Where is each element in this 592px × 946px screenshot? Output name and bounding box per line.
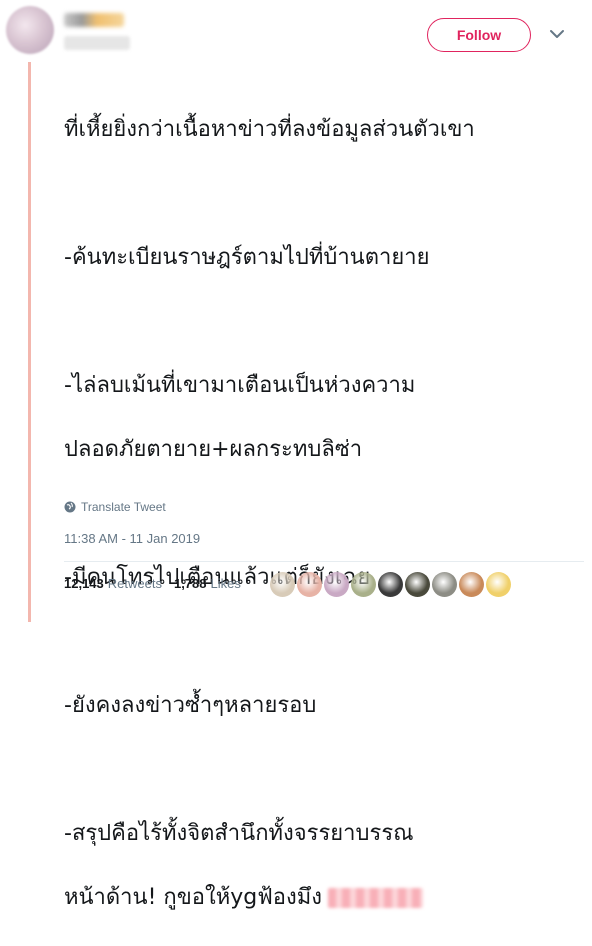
chevron-down-icon[interactable] — [549, 28, 565, 40]
liker-avatar[interactable] — [351, 572, 376, 597]
divider — [64, 561, 584, 562]
liker-avatar[interactable] — [459, 572, 484, 597]
liker-avatars — [270, 572, 511, 597]
liker-avatar[interactable] — [297, 572, 322, 597]
username-redacted[interactable] — [64, 36, 130, 50]
likes-count[interactable]: 1,788 — [174, 576, 207, 591]
tweet-line — [64, 178, 584, 210]
display-name-redacted[interactable] — [64, 13, 124, 27]
tweet-line — [64, 306, 584, 338]
tweet-line: ที่เหี้ยยิ่งกว่าเนื้อหาข่าวที่ลงข้อมูลส่… — [64, 117, 475, 142]
tweet-line: -ไล่ลบเม้นที่เขามาเตือนเป็นห่วงความ — [64, 373, 416, 398]
liker-avatar[interactable] — [432, 572, 457, 597]
follow-button[interactable]: Follow — [427, 18, 531, 52]
tweet-line: -ยังคงลงข่าวซ้ำๆหลายรอบ — [64, 693, 317, 718]
retweets-label[interactable]: Retweets — [108, 576, 162, 591]
translate-label: Translate Tweet — [81, 500, 166, 514]
tweet-line-text: หน้าด้าน! กูขอให้ygฟ้องมึง — [64, 885, 322, 910]
avatar[interactable] — [6, 6, 54, 54]
tweet-timestamp[interactable]: 11:38 AM - 11 Jan 2019 — [64, 531, 200, 546]
thread-connector-line — [28, 62, 31, 622]
liker-avatar[interactable] — [378, 572, 403, 597]
tweet-line: -ค้นทะเบียนราษฎร์ตามไปที่บ้านตายาย — [64, 245, 430, 270]
tweet-line: ปลอดภัยตายาย+ผลกระทบลิซ่า — [64, 437, 363, 462]
liker-avatar[interactable] — [270, 572, 295, 597]
liker-avatar[interactable] — [405, 572, 430, 597]
tweet-line-last: หน้าด้าน! กูขอให้ygฟ้องมึง — [64, 882, 584, 914]
retweets-count[interactable]: 12,143 — [64, 576, 104, 591]
liker-avatar[interactable] — [486, 572, 511, 597]
tweet-line: -สรุปคือไร้ทั้งจิตสำนึกทั้งจรรยาบรรณ — [64, 821, 414, 846]
tweet-line — [64, 754, 584, 786]
globe-icon — [64, 501, 76, 513]
liker-avatar[interactable] — [324, 572, 349, 597]
tweet-stats: 12,143 Retweets 1,788 Likes — [64, 576, 253, 591]
translate-tweet-link[interactable]: Translate Tweet — [64, 500, 166, 514]
tweet-line — [64, 626, 584, 658]
tweet-text: ที่เหี้ยยิ่งกว่าเนื้อหาข่าวที่ลงข้อมูลส่… — [64, 82, 584, 946]
likes-label[interactable]: Likes — [211, 576, 241, 591]
redacted-text — [327, 888, 423, 908]
